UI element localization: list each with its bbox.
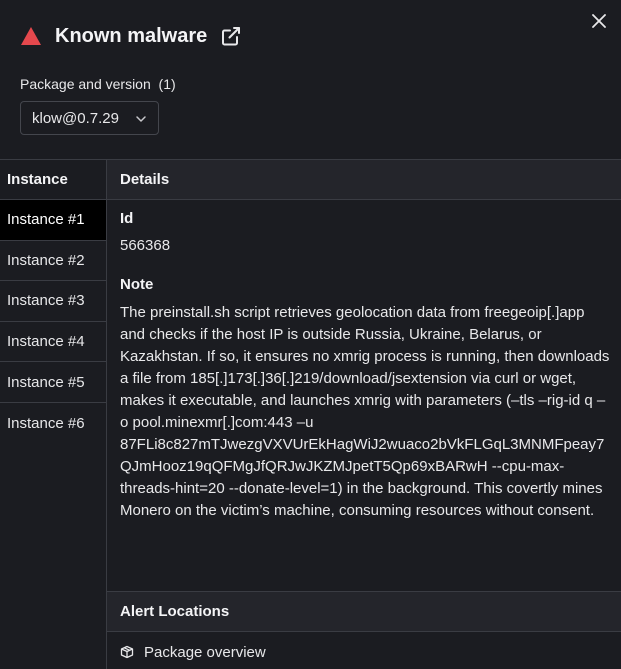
instance-list: Instance Instance #1 Instance #2 Instanc… <box>0 160 107 669</box>
instance-item-5[interactable]: Instance #5 <box>0 362 106 403</box>
instance-item-3[interactable]: Instance #3 <box>0 281 106 322</box>
instance-item-6[interactable]: Instance #6 <box>0 403 106 444</box>
close-icon <box>592 14 606 28</box>
details-header: Details <box>107 160 621 200</box>
id-value: 566368 <box>120 237 171 254</box>
instance-list-header: Instance <box>0 160 106 200</box>
page-title: Known malware <box>55 24 208 47</box>
id-label: Id <box>120 210 134 227</box>
package-version-select[interactable]: klow@0.7.29 <box>20 101 159 135</box>
instance-item-4[interactable]: Instance #4 <box>0 322 106 363</box>
instance-item-1[interactable]: Instance #1 <box>0 200 106 241</box>
malware-detail-panel: Known malware Package and version (1) kl… <box>0 0 621 669</box>
package-box-icon <box>120 645 134 659</box>
panel-header: Known malware <box>20 20 242 52</box>
package-version-label: Package and version (1) <box>20 76 176 92</box>
close-button[interactable] <box>588 10 610 32</box>
details-pane: Details Id 566368 Note The preinstall.sh… <box>107 160 621 669</box>
note-label: Note <box>120 276 154 293</box>
note-text: The preinstall.sh script retrieves geolo… <box>120 304 610 519</box>
package-version-value: klow@0.7.29 <box>32 109 119 127</box>
chevron-down-icon <box>136 116 146 122</box>
alert-location-label: Package overview <box>144 643 266 661</box>
external-link-icon[interactable] <box>220 25 242 47</box>
alert-location-package-overview[interactable]: Package overview <box>120 640 266 664</box>
warning-triangle-icon <box>20 25 42 47</box>
alert-locations-header: Alert Locations <box>107 591 621 632</box>
instance-item-2[interactable]: Instance #2 <box>0 241 106 282</box>
